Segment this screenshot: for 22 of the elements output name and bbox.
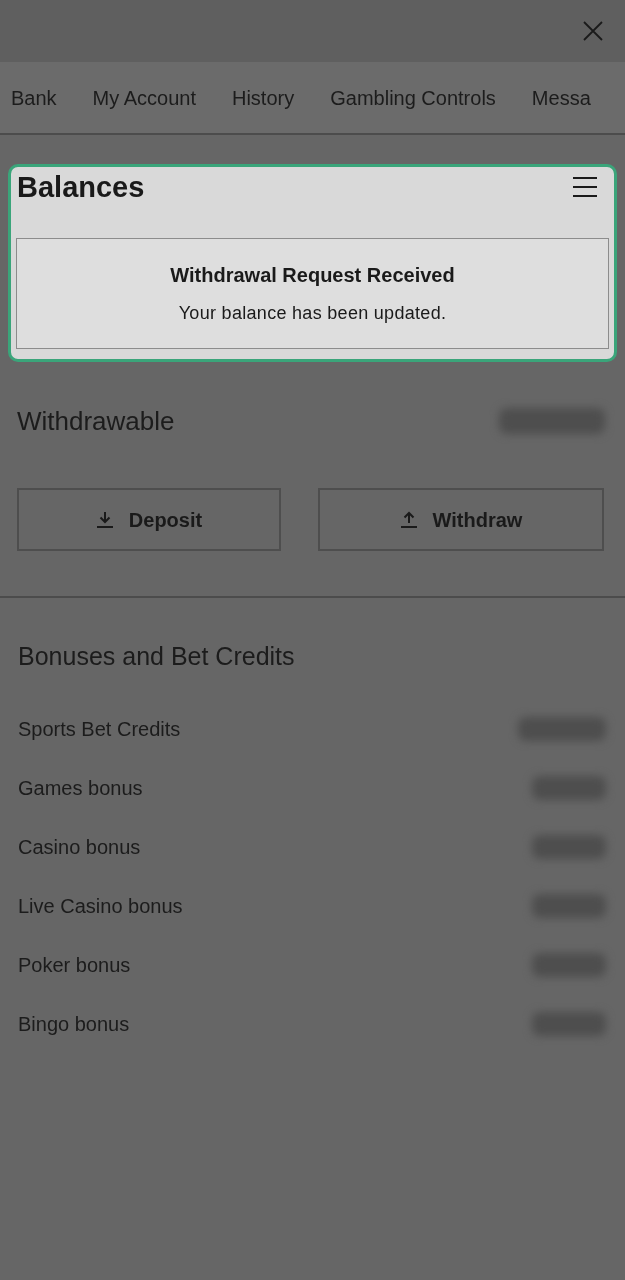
bonus-label: Casino bonus — [18, 834, 141, 860]
menu-icon[interactable] — [573, 177, 597, 197]
withdraw-button[interactable]: Withdraw — [318, 488, 604, 551]
bonus-label: Bingo bonus — [18, 1011, 130, 1037]
nav-link[interactable]: Messa — [531, 84, 591, 111]
section-title: Bonuses and Bet Credits — [18, 641, 295, 672]
notice-title: Withdrawal Request Received — [170, 263, 455, 287]
nav-link[interactable]: My Account — [92, 84, 196, 111]
bonus-label: Live Casino bonus — [18, 893, 183, 919]
notice-message: Your balance has been updated. — [178, 302, 447, 324]
upload-icon — [399, 511, 418, 528]
nav-link[interactable]: History — [232, 84, 295, 111]
bonus-label: Games bonus — [18, 775, 143, 801]
nav-link[interactable]: Bank — [11, 84, 57, 111]
bonus-label: Sports Bet Credits — [18, 716, 181, 742]
nav-link[interactable]: Gambling Controls — [330, 84, 496, 111]
deposit-button[interactable]: Deposit — [17, 488, 281, 551]
close-icon[interactable] — [583, 21, 603, 41]
withdrawable-label: Withdrawable — [17, 405, 175, 437]
card-title: Balances — [17, 170, 145, 205]
bonus-label: Poker bonus — [18, 952, 131, 978]
download-icon — [95, 511, 114, 528]
